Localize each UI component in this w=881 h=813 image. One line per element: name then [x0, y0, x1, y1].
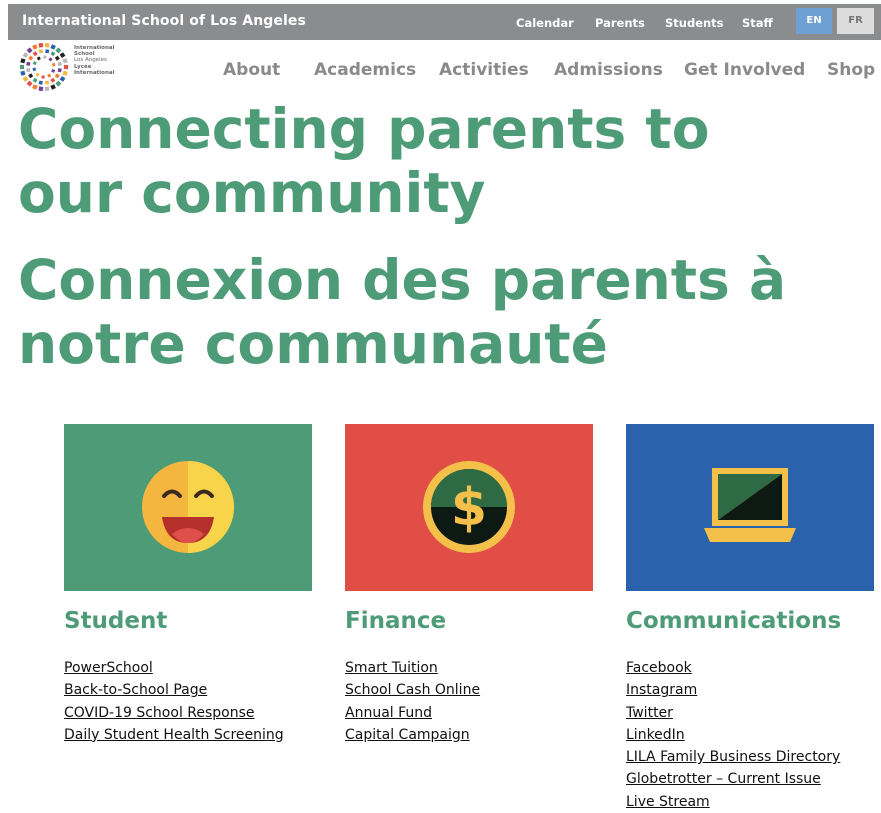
link-covid-response[interactable]: COVID-19 School Response	[64, 705, 255, 721]
communications-links: Facebook Instagram Twitter LinkedIn LILA…	[626, 656, 840, 812]
list-item: LinkedIn	[626, 723, 840, 745]
list-item: Globetrotter – Current Issue	[626, 767, 840, 789]
logo-mosaic-icon	[19, 42, 69, 92]
list-item: Facebook	[626, 656, 840, 678]
link-facebook[interactable]: Facebook	[626, 660, 692, 676]
link-annual-fund[interactable]: Annual Fund	[345, 705, 432, 721]
list-item: PowerSchool	[64, 656, 284, 678]
list-item: Daily Student Health Screening	[64, 723, 284, 745]
nav-get-involved[interactable]: Get Involved	[684, 60, 805, 80]
link-school-cash-online[interactable]: School Cash Online	[345, 682, 480, 698]
list-item: Instagram	[626, 678, 840, 700]
nav-academics[interactable]: Academics	[314, 60, 416, 80]
link-business-directory[interactable]: LILA Family Business Directory	[626, 749, 840, 765]
link-back-to-school[interactable]: Back-to-School Page	[64, 682, 207, 698]
nav-about[interactable]: About	[223, 60, 280, 80]
page-title-french: Connexion des parents à notre communauté	[18, 248, 881, 376]
link-capital-campaign[interactable]: Capital Campaign	[345, 727, 470, 743]
finance-heading: Finance	[345, 608, 447, 634]
link-linkedin[interactable]: LinkedIn	[626, 727, 685, 743]
school-logo[interactable]	[18, 41, 70, 97]
page-title-english-text: Connecting parents to our community	[18, 97, 710, 225]
link-globetrotter[interactable]: Globetrotter – Current Issue	[626, 771, 821, 787]
list-item: Back-to-School Page	[64, 678, 284, 700]
logo-line: International	[74, 69, 115, 76]
student-card-image[interactable]	[64, 424, 312, 591]
link-live-stream[interactable]: Live Stream	[626, 794, 710, 810]
page-title-french-text: Connexion des parents à notre communauté	[18, 248, 787, 376]
nav-shop[interactable]: Shop	[827, 60, 875, 80]
site-title[interactable]: International School of Los Angeles	[22, 13, 306, 29]
language-fr-button[interactable]: FR	[837, 8, 874, 34]
link-instagram[interactable]: Instagram	[626, 682, 697, 698]
list-item: COVID-19 School Response	[64, 701, 284, 723]
finance-links: Smart Tuition School Cash Online Annual …	[345, 656, 480, 745]
smiley-face-icon	[64, 424, 312, 591]
top-link-students[interactable]: Students	[665, 16, 724, 30]
link-twitter[interactable]: Twitter	[626, 705, 673, 721]
list-item: School Cash Online	[345, 678, 480, 700]
top-link-parents[interactable]: Parents	[595, 16, 645, 30]
dollar-coin-icon: $	[345, 424, 593, 591]
list-item: Smart Tuition	[345, 656, 480, 678]
communications-heading: Communications	[626, 608, 842, 634]
svg-text:$: $	[451, 478, 487, 538]
language-en-button[interactable]: EN	[796, 8, 832, 34]
logo-text: International School Los Angeles Lycée I…	[74, 45, 124, 76]
list-item: Capital Campaign	[345, 723, 480, 745]
finance-card-image[interactable]: $	[345, 424, 593, 591]
communications-card-image[interactable]	[626, 424, 874, 591]
top-bar: International School of Los Angeles Cale…	[8, 4, 881, 40]
list-item: Live Stream	[626, 790, 840, 812]
list-item: LILA Family Business Directory	[626, 745, 840, 767]
link-powerschool[interactable]: PowerSchool	[64, 660, 153, 676]
student-links: PowerSchool Back-to-School Page COVID-19…	[64, 656, 284, 745]
list-item: Twitter	[626, 701, 840, 723]
link-smart-tuition[interactable]: Smart Tuition	[345, 660, 438, 676]
laptop-icon	[626, 424, 874, 591]
link-health-screening[interactable]: Daily Student Health Screening	[64, 727, 284, 743]
page-title-english: Connecting parents to our community	[18, 97, 798, 225]
top-link-calendar[interactable]: Calendar	[516, 16, 574, 30]
student-heading: Student	[64, 608, 168, 634]
nav-admissions[interactable]: Admissions	[554, 60, 663, 80]
top-link-staff[interactable]: Staff	[742, 16, 773, 30]
nav-activities[interactable]: Activities	[439, 60, 529, 80]
list-item: Annual Fund	[345, 701, 480, 723]
